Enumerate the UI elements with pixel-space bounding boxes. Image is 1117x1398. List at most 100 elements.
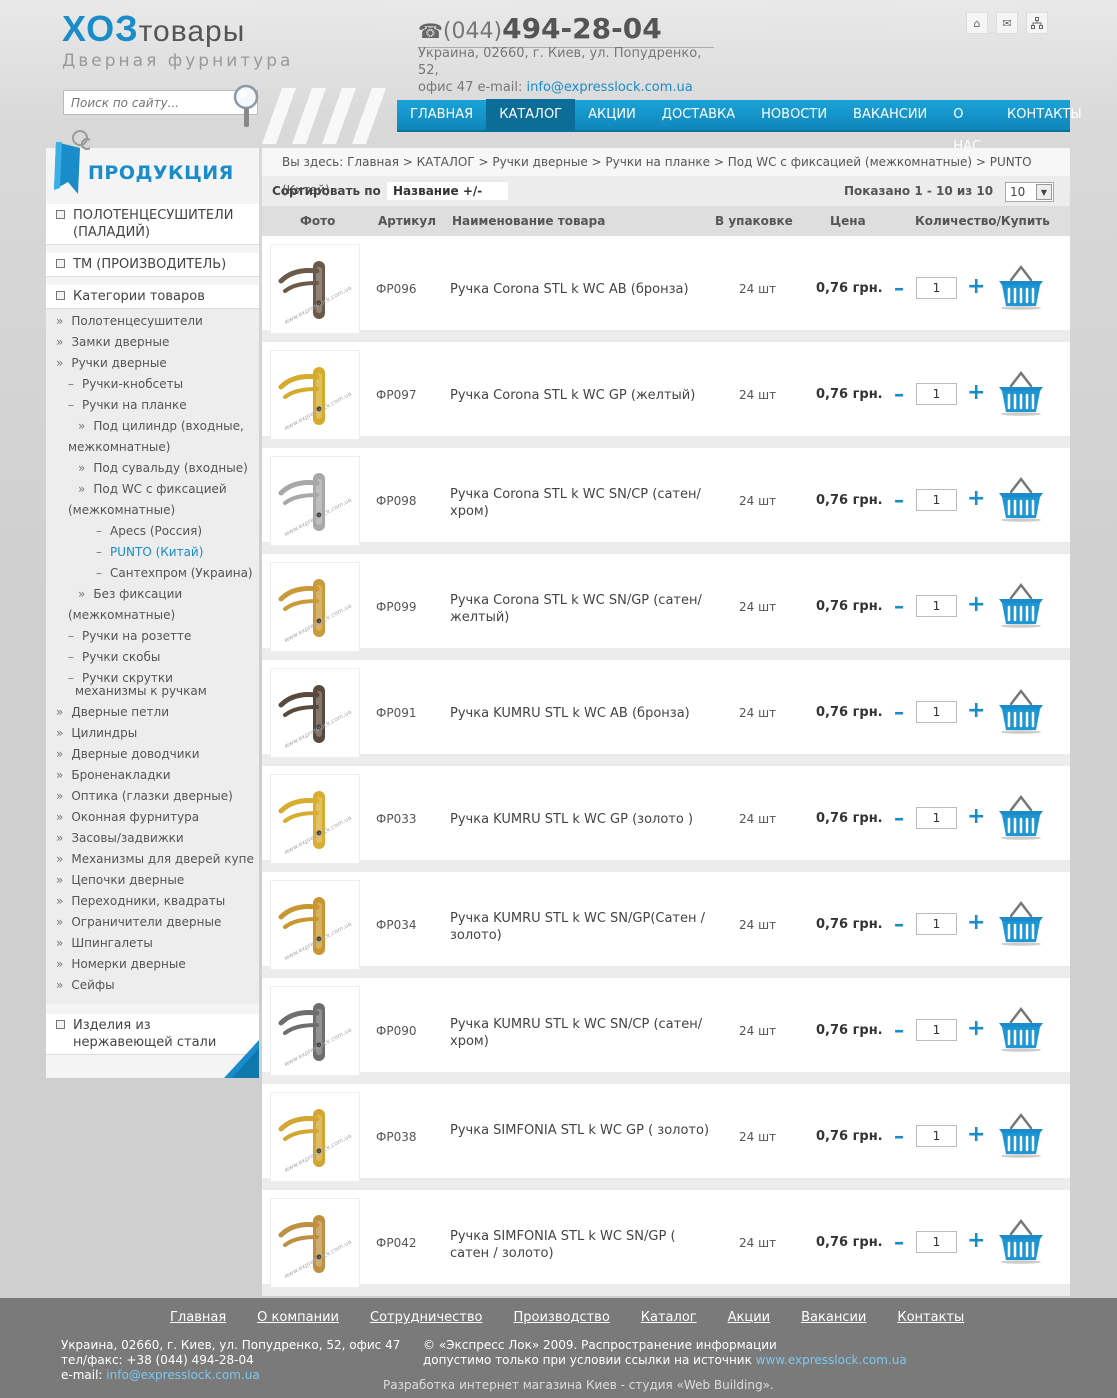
nav-item-catalog[interactable]: КАТАЛОГ	[486, 99, 576, 131]
product-name[interactable]: Ручка KUMRU STL k WC AB (бронза)	[450, 705, 710, 722]
footer-email-link[interactable]: info@expresslock.com.ua	[106, 1368, 259, 1382]
basket-icon[interactable]	[996, 582, 1046, 628]
sitemap-icon[interactable]	[1026, 12, 1048, 34]
plus-icon[interactable]: +	[967, 698, 985, 723]
basket-icon[interactable]	[996, 794, 1046, 840]
sidebar-item[interactable]: (межкомнатные)	[46, 500, 259, 521]
product-photo[interactable]: www.expresslock.com.ua	[270, 562, 360, 652]
sidebar-item[interactable]: » Оптика (глазки дверные)	[46, 786, 259, 807]
minus-icon[interactable]: –	[894, 488, 908, 512]
product-photo[interactable]: www.expresslock.com.ua	[270, 986, 360, 1076]
basket-icon[interactable]	[996, 1218, 1046, 1264]
plus-icon[interactable]: +	[967, 380, 985, 405]
sidebar-item[interactable]: межкомнатные)	[46, 437, 259, 458]
sidebar-item[interactable]: » Переходники, квадраты	[46, 891, 259, 912]
basket-icon[interactable]	[996, 900, 1046, 946]
product-name[interactable]: Ручка KUMRU STL k WC SN/GP(Сатен / золот…	[450, 910, 710, 944]
sidebar-item[interactable]: » Дверные доводчики	[46, 744, 259, 765]
sidebar-item[interactable]: » Под сувальду (входные)	[46, 458, 259, 479]
product-name[interactable]: Ручка SIMFONIA STL k WC GP ( золото)	[450, 1122, 710, 1139]
per-page-select[interactable]: 10 ▼	[1005, 182, 1054, 202]
product-name[interactable]: Ручка Corona STL k WC AB (бронза)	[450, 281, 710, 298]
plus-icon[interactable]: +	[967, 910, 985, 935]
sidebar-item[interactable]: » Цепочки дверные	[46, 870, 259, 891]
sidebar-item[interactable]: » Полотенцесушители	[46, 311, 259, 332]
quantity-input[interactable]: 1	[916, 701, 957, 723]
sidebar-item[interactable]: – Ручки скобы	[46, 647, 259, 668]
sidebar-item[interactable]: » Номерки дверные	[46, 954, 259, 975]
developer-credit[interactable]: Разработка интернет магазина Киев - студ…	[383, 1378, 774, 1392]
sidebar-item[interactable]: – Ручки на планке	[46, 395, 259, 416]
minus-icon[interactable]: –	[894, 276, 908, 300]
home-icon[interactable]: ⌂	[966, 12, 988, 34]
mail-icon[interactable]: ✉	[996, 12, 1018, 34]
sort-select[interactable]: Название +/-	[387, 182, 508, 200]
quantity-input[interactable]: 1	[916, 1125, 957, 1147]
sidebar-item[interactable]: (межкомнатные)	[46, 605, 259, 626]
nav-item-promotions[interactable]: АКЦИИ	[575, 99, 649, 131]
search-icon[interactable]	[229, 83, 263, 129]
sidebar-item[interactable]: – Сантехпром (Украина)	[46, 563, 259, 584]
product-name[interactable]: Ручка Corona STL k WC SN/CP (сатен/ хром…	[450, 486, 710, 520]
plus-icon[interactable]: +	[967, 592, 985, 617]
product-photo[interactable]: www.expresslock.com.ua	[270, 456, 360, 546]
sidebar-block-towel-dryers[interactable]: ПОЛОТЕНЦЕСУШИТЕЛИ (ПАЛАДИЙ)	[46, 204, 259, 245]
sidebar-item[interactable]: – PUNTO (Китай)	[46, 542, 259, 563]
sidebar-item[interactable]: » Сейфы	[46, 975, 259, 996]
product-name[interactable]: Ручка Corona STL k WC GP (желтый)	[450, 387, 710, 404]
minus-icon[interactable]: –	[894, 912, 908, 936]
product-photo[interactable]: www.expresslock.com.ua	[270, 244, 360, 334]
sidebar-item[interactable]: » Броненакладки	[46, 765, 259, 786]
minus-icon[interactable]: –	[894, 382, 908, 406]
product-name[interactable]: Ручка KUMRU STL k WC GP (золото )	[450, 811, 710, 828]
product-photo[interactable]: www.expresslock.com.ua	[270, 1198, 360, 1288]
quantity-input[interactable]: 1	[916, 277, 957, 299]
footer-link-about[interactable]: О компании	[257, 1310, 339, 1325]
minus-icon[interactable]: –	[894, 700, 908, 724]
sidebar-item[interactable]: » Без фиксации	[46, 584, 259, 605]
sidebar-item[interactable]: » Под WC с фиксацией	[46, 479, 259, 500]
product-photo[interactable]: www.expresslock.com.ua	[270, 880, 360, 970]
sidebar-item[interactable]: » Ручки дверные	[46, 353, 259, 374]
quantity-input[interactable]: 1	[916, 383, 957, 405]
sidebar-item[interactable]: » Дверные петли	[46, 702, 259, 723]
basket-icon[interactable]	[996, 1112, 1046, 1158]
footer-link-promotions[interactable]: Акции	[728, 1310, 771, 1325]
product-photo[interactable]: www.expresslock.com.ua	[270, 350, 360, 440]
plus-icon[interactable]: +	[967, 1016, 985, 1041]
minus-icon[interactable]: –	[894, 1230, 908, 1254]
nav-item-contacts[interactable]: КОНТАКТЫ	[994, 99, 1095, 131]
product-photo[interactable]: www.expresslock.com.ua	[270, 1092, 360, 1182]
quantity-input[interactable]: 1	[916, 913, 957, 935]
basket-icon[interactable]	[996, 264, 1046, 310]
sidebar-item[interactable]: » Механизмы для дверей купе	[46, 849, 259, 870]
footer-link-vacancies[interactable]: Вакансии	[801, 1310, 866, 1325]
search-input[interactable]	[64, 91, 224, 114]
breadcrumb[interactable]: Вы здесь: Главная > КАТАЛОГ > Ручки двер…	[262, 148, 1070, 197]
nav-item-news[interactable]: НОВОСТИ	[748, 99, 840, 131]
sidebar-item[interactable]: – Ручки-кнобсеты	[46, 374, 259, 395]
basket-icon[interactable]	[996, 688, 1046, 734]
product-photo[interactable]: www.expresslock.com.ua	[270, 668, 360, 758]
quantity-input[interactable]: 1	[916, 489, 957, 511]
quantity-input[interactable]: 1	[916, 595, 957, 617]
nav-item-vacancies[interactable]: ВАКАНСИИ	[840, 99, 940, 131]
basket-icon[interactable]	[996, 1006, 1046, 1052]
header-email-link[interactable]: info@expresslock.com.ua	[527, 80, 693, 95]
product-name[interactable]: Ручка KUMRU STL k WC SN/CP (сатен/ хром)	[450, 1016, 710, 1050]
footer-link-catalog[interactable]: Каталог	[641, 1310, 697, 1325]
sidebar-item[interactable]: » Засовы/задвижки	[46, 828, 259, 849]
minus-icon[interactable]: –	[894, 1018, 908, 1042]
site-logo[interactable]: ХОЗтовары Дверная фурнитура	[62, 11, 293, 72]
footer-link-cooperation[interactable]: Сотрудничество	[370, 1310, 483, 1325]
sidebar-item[interactable]: » Цилиндры	[46, 723, 259, 744]
sidebar-block-brands[interactable]: ТМ (ПРОИЗВОДИТЕЛЬ)	[46, 253, 259, 277]
nav-item-about[interactable]: О НАС	[940, 99, 994, 154]
basket-icon[interactable]	[996, 476, 1046, 522]
product-photo[interactable]: www.expresslock.com.ua	[270, 774, 360, 864]
footer-link-contacts[interactable]: Контакты	[897, 1310, 964, 1325]
sidebar-block-categories[interactable]: Категории товаров	[46, 285, 259, 309]
sidebar-item[interactable]: – Apecs (Россия)	[46, 521, 259, 542]
sidebar-item[interactable]: » Шпингалеты	[46, 933, 259, 954]
quantity-input[interactable]: 1	[916, 807, 957, 829]
